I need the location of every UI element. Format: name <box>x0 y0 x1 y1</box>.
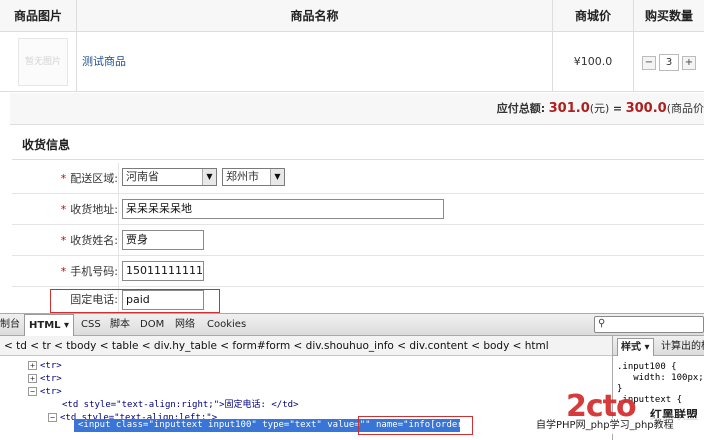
required-star: * <box>60 172 67 185</box>
tree-node[interactable]: − <tr> <box>28 386 62 399</box>
tab-dom[interactable]: DOM <box>140 314 164 336</box>
goods-amount-suffix: (商品价 <box>666 102 704 115</box>
collapse-icon[interactable]: − <box>28 387 37 396</box>
goods-amount: 300.0 <box>625 101 667 116</box>
cart-table: 商品图片 商品名称 商城价 购买数量 暂无图片 测试商品 ¥100.0 − 3 … <box>0 0 704 92</box>
province-value: 河南省 <box>126 170 159 183</box>
province-select[interactable]: 河南省 ▼ <box>122 168 217 186</box>
address-label: * 收货地址: <box>12 194 118 225</box>
side-tabs: 样式 ▾ 计算出的样 <box>613 336 704 356</box>
required-star: * <box>60 265 67 278</box>
tree-node-text: <td style="text-align:right;">固定电话: </td… <box>62 400 299 410</box>
name-label-text: 收货姓名: <box>70 234 118 247</box>
breadcrumb[interactable]: < td < tr < tbody < table < div.hy_table… <box>0 336 612 356</box>
tab-network[interactable]: 网络 <box>175 314 195 336</box>
search-icon: ⚲ <box>598 318 606 329</box>
header-price: 商城价 <box>574 9 611 23</box>
tab-computed[interactable]: 计算出的样 <box>661 338 704 356</box>
required-star: * <box>60 234 67 247</box>
quantity-stepper: − 3 + <box>642 54 696 71</box>
product-thumbnail[interactable]: 暂无图片 <box>18 38 68 86</box>
watermark: 2cto 红黑联盟 自学PHP网_php学习_php教程 <box>532 392 704 440</box>
tab-script[interactable]: 脚本 <box>110 314 130 336</box>
header-image: 商品图片 <box>13 9 62 23</box>
name-row: * 收货姓名: 贾身 <box>12 225 704 256</box>
devtools-search-input[interactable]: ⚲ <box>594 316 704 333</box>
chevron-down-icon[interactable]: ▼ <box>202 169 216 185</box>
expand-icon[interactable]: + <box>28 374 37 383</box>
address-input[interactable]: 呆呆呆呆呆地 <box>122 199 444 219</box>
tree-node[interactable]: + <tr> <box>28 360 62 373</box>
total-amount: 301.0 <box>548 101 590 116</box>
tab-html[interactable]: HTML ▾ <box>24 314 75 336</box>
required-star: * <box>60 203 67 216</box>
region-label: * 配送区域: <box>12 163 118 194</box>
order-total-bar: 应付总额: 301.0(元) = 300.0(商品价 <box>10 93 704 125</box>
tree-node[interactable]: + <tr> <box>28 373 62 386</box>
tree-node-text: <tr> <box>40 387 62 397</box>
product-price: ¥100.0 <box>573 55 613 68</box>
highlight-box <box>358 416 473 435</box>
expand-icon[interactable]: + <box>28 361 37 370</box>
tree-node-text: <tr> <box>40 361 62 371</box>
shipping-section-title: 收货信息 <box>12 130 704 160</box>
cart-item-row: 暂无图片 测试商品 ¥100.0 − 3 + <box>0 32 704 92</box>
cart-header: 商品图片 商品名称 商城价 购买数量 <box>0 0 704 32</box>
collapse-icon[interactable]: − <box>48 413 57 422</box>
header-name: 商品名称 <box>290 9 339 23</box>
watermark-url: 自学PHP网_php学习_php教程 <box>532 418 704 434</box>
address-label-text: 收货地址: <box>70 203 118 216</box>
product-name-link[interactable]: 测试商品 <box>82 32 126 92</box>
tab-console[interactable]: 制台 <box>0 314 20 336</box>
address-row: * 收货地址: 呆呆呆呆呆地 <box>12 194 704 225</box>
header-quantity: 购买数量 <box>644 9 693 23</box>
name-input[interactable]: 贾身 <box>122 230 204 250</box>
highlight-box <box>50 289 220 313</box>
chevron-down-icon[interactable]: ▼ <box>270 169 284 185</box>
name-label: * 收货姓名: <box>12 225 118 256</box>
region-label-text: 配送区域: <box>70 172 118 185</box>
total-equals: = <box>612 102 623 115</box>
qty-minus-button[interactable]: − <box>642 55 656 70</box>
total-label: 应付总额: <box>496 102 546 115</box>
total-unit: (元) <box>589 102 610 115</box>
region-row: * 配送区域: 河南省 ▼ 郑州市 ▼ <box>12 163 704 194</box>
tab-css[interactable]: CSS <box>81 314 101 336</box>
tree-node-text: <tr> <box>40 374 62 384</box>
mobile-label: * 手机号码: <box>12 256 118 287</box>
mobile-label-text: 手机号码: <box>70 265 118 278</box>
qty-input[interactable]: 3 <box>659 54 679 71</box>
mobile-input[interactable]: 15011111111 <box>122 261 204 281</box>
tree-node[interactable]: <td style="text-align:right;">固定电话: </td… <box>62 399 298 412</box>
mobile-row: * 手机号码: 15011111111 <box>12 256 704 287</box>
tab-style[interactable]: 样式 ▾ <box>617 338 654 356</box>
tab-cookies[interactable]: Cookies <box>207 314 246 336</box>
city-select[interactable]: 郑州市 ▼ <box>222 168 285 186</box>
devtools-toolbar: 制台 HTML ▾ CSS 脚本 DOM 网络 Cookies ⚲ <box>0 314 704 336</box>
qty-plus-button[interactable]: + <box>682 55 696 70</box>
city-value: 郑州市 <box>226 170 259 183</box>
order-total: 应付总额: 301.0(元) = 300.0(商品价 <box>497 93 704 125</box>
